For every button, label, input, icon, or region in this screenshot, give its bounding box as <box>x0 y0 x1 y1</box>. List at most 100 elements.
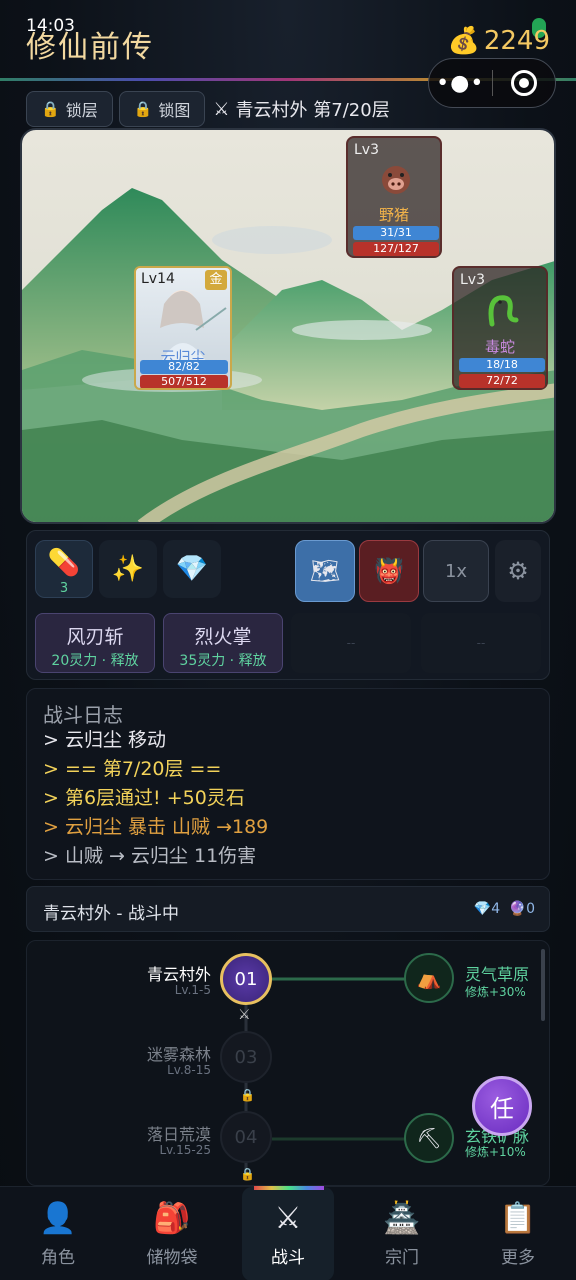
active-tab-indicator <box>254 1186 324 1190</box>
hero-rank-badge: 金 <box>205 270 227 290</box>
map-node-locked[interactable]: 03 <box>220 1031 272 1083</box>
crossed-swords-icon: ⚔ <box>213 98 230 120</box>
tab-sect[interactable]: 🏯 宗门 <box>352 1187 452 1280</box>
sparkle-icon: ✨ <box>111 554 145 584</box>
stage-label: ⚔ 青云村外 第7/20层 <box>213 96 389 122</box>
skill-button-fire-palm[interactable]: 烈火掌 35灵力 · 释放 <box>163 613 283 673</box>
map-icon: 🗺 <box>309 557 341 585</box>
gem-icon: 💎 <box>175 554 209 584</box>
hero-card[interactable]: Lv14 金 云归尘 82/82 507/512 <box>134 266 232 390</box>
more-dots-icon[interactable]: •●• <box>429 71 492 96</box>
item-count: 3 <box>59 581 69 596</box>
enemy-name: 野猪 <box>378 206 409 224</box>
skill-name: 风刃斩 <box>66 626 124 648</box>
tab-battle[interactable]: ⚔ 战斗 <box>242 1187 334 1280</box>
map-node-locked[interactable]: 04 <box>220 1111 272 1163</box>
speed-button[interactable]: 1x <box>423 540 489 602</box>
enemy-hp-bar: 72/72 <box>459 374 545 388</box>
snake-icon <box>488 295 519 327</box>
map-node-level: Lv.1-5 <box>174 983 211 997</box>
skill-button-wind-blade[interactable]: 风刃斩 20灵力 · 释放 <box>35 613 155 673</box>
enemy-name: 毒蛇 <box>484 338 515 356</box>
skill-name: 烈火掌 <box>194 626 252 648</box>
gem-icon: 💎 <box>473 901 492 917</box>
log-line: > == 第7/20层 == <box>43 758 222 780</box>
pill-icon: 💊 <box>47 548 81 578</box>
enemy-hp-bar: 127/127 <box>353 242 439 256</box>
enemy-card-boar[interactable]: Lv3 野猪 31/31 127/127 <box>346 136 442 258</box>
hero-hp-bar: 507/512 <box>140 375 228 388</box>
tab-label: 战斗 <box>271 1248 305 1268</box>
area-status-title: 青云村外 - 战斗中 <box>43 904 179 924</box>
demon-button[interactable]: 👹 <box>359 540 419 602</box>
lock-floor-button[interactable]: 🔒 锁层 <box>26 91 113 127</box>
map-node-name: 青云村外 <box>146 965 211 984</box>
boar-icon <box>382 166 410 194</box>
enemy-card-snake[interactable]: Lv3 毒蛇 18/18 72/72 <box>452 266 548 390</box>
tab-label: 宗门 <box>385 1248 419 1268</box>
gold-counter: 💰 2249 <box>447 26 550 56</box>
tab-label: 角色 <box>41 1248 75 1268</box>
lock-icon: 🔒 <box>240 1167 255 1181</box>
map-node-name: 迷雾森林 <box>146 1045 211 1064</box>
miniprogram-capsule: •●• <box>428 58 556 108</box>
map-button[interactable]: 🗺 <box>295 540 355 602</box>
item-slot-pill[interactable]: 💊 3 <box>35 540 93 598</box>
clipboard-icon: 📋 <box>499 1201 537 1236</box>
item-slot-sparkle[interactable]: ✨ <box>99 540 157 598</box>
tab-label: 更多 <box>501 1248 535 1268</box>
side-node-bonus: 修炼+30% <box>465 985 526 999</box>
tab-character[interactable]: 👤 角色 <box>8 1187 108 1280</box>
status-time: 14:03 <box>26 16 75 36</box>
gold-value: 2249 <box>483 26 550 56</box>
tab-inventory[interactable]: 🎒 储物袋 <box>122 1187 222 1280</box>
area-status-bar: 青云村外 - 战斗中 💎4 🔮0 <box>26 886 550 932</box>
demon-mask-icon: 👹 <box>374 557 404 585</box>
bottom-tabbar: 👤 角色 🎒 储物袋 ⚔ 战斗 🏯 宗门 📋 更多 <box>0 1186 576 1280</box>
item-slot-gem[interactable]: 💎 <box>163 540 221 598</box>
stage-toolbar: 🔒 锁层 🔒 锁图 ⚔ 青云村外 第7/20层 <box>26 90 390 128</box>
region-map: 青云村外 Lv.1-5 01 ⚔ 迷雾森林 Lv.8-15 03 🔒 落日荒漠 … <box>26 940 550 1186</box>
enemy-level: Lv3 <box>460 272 485 288</box>
stage-text: 青云村外 第7/20层 <box>235 100 390 121</box>
crossed-swords-icon: ⚔ <box>274 1201 302 1236</box>
orb-count: 0 <box>526 901 535 917</box>
gem-count: 4 <box>491 901 501 917</box>
skill-cost: 20灵力 · 释放 <box>51 653 139 669</box>
lock-map-button[interactable]: 🔒 锁图 <box>118 91 206 127</box>
tab-more[interactable]: 📋 更多 <box>468 1187 568 1280</box>
log-line: > 山贼 → 云归尘 11伤害 <box>43 845 257 867</box>
header: 修仙前传 14:03 💰 2249 •●• <box>0 0 576 108</box>
side-node-iron-mine[interactable]: ⛏ <box>404 1113 454 1163</box>
log-line: > 第6层通过! +50灵石 <box>43 787 245 809</box>
settings-button[interactable]: ⚙ <box>495 540 541 602</box>
hero-level: Lv14 <box>141 271 175 287</box>
close-miniprogram-icon[interactable] <box>492 70 555 96</box>
lock-map-label: 锁图 <box>158 101 191 120</box>
empty-skill-slot[interactable]: -- <box>291 613 411 673</box>
skill-cost: 35灵力 · 释放 <box>179 653 267 669</box>
battle-log: 战斗日志 > 云归尘 移动 > == 第7/20层 == > 第6层通过! +5… <box>26 688 550 880</box>
map-node-level: Lv.8-15 <box>167 1063 211 1077</box>
area-resources: 💎4 🔮0 <box>474 901 535 917</box>
lock-icon: 🔒 <box>240 1088 255 1102</box>
lock-icon: 🔒 <box>41 100 60 118</box>
map-node-current[interactable]: 01 <box>220 953 272 1005</box>
enemy-mp-bar: 18/18 <box>459 358 545 372</box>
side-node-grassland[interactable]: ⛺ <box>404 953 454 1003</box>
empty-skill-slot[interactable]: -- <box>421 613 541 673</box>
orb-icon: 🔮 <box>508 901 527 917</box>
crossed-swords-icon: ⚔ <box>238 1007 251 1023</box>
log-line: > 云归尘 暴击 山贼 →189 <box>43 816 269 838</box>
lock-icon: 🔒 <box>133 100 153 118</box>
backpack-icon: 🎒 <box>153 1201 191 1236</box>
gear-icon: ⚙ <box>507 557 529 585</box>
pickaxe-icon: ⛏ <box>416 1126 442 1150</box>
side-node-name: 灵气草原 <box>465 965 530 984</box>
side-node-bonus: 修炼+10% <box>465 1145 526 1159</box>
hero-mp-bar: 82/82 <box>140 360 228 374</box>
battle-scene[interactable]: Lv14 金 云归尘 82/82 507/512 Lv3 野猪 31/31 12… <box>20 128 556 524</box>
task-button[interactable]: 任 <box>472 1076 532 1136</box>
battle-log-title: 战斗日志 <box>43 703 123 727</box>
enemy-level: Lv3 <box>354 142 379 158</box>
